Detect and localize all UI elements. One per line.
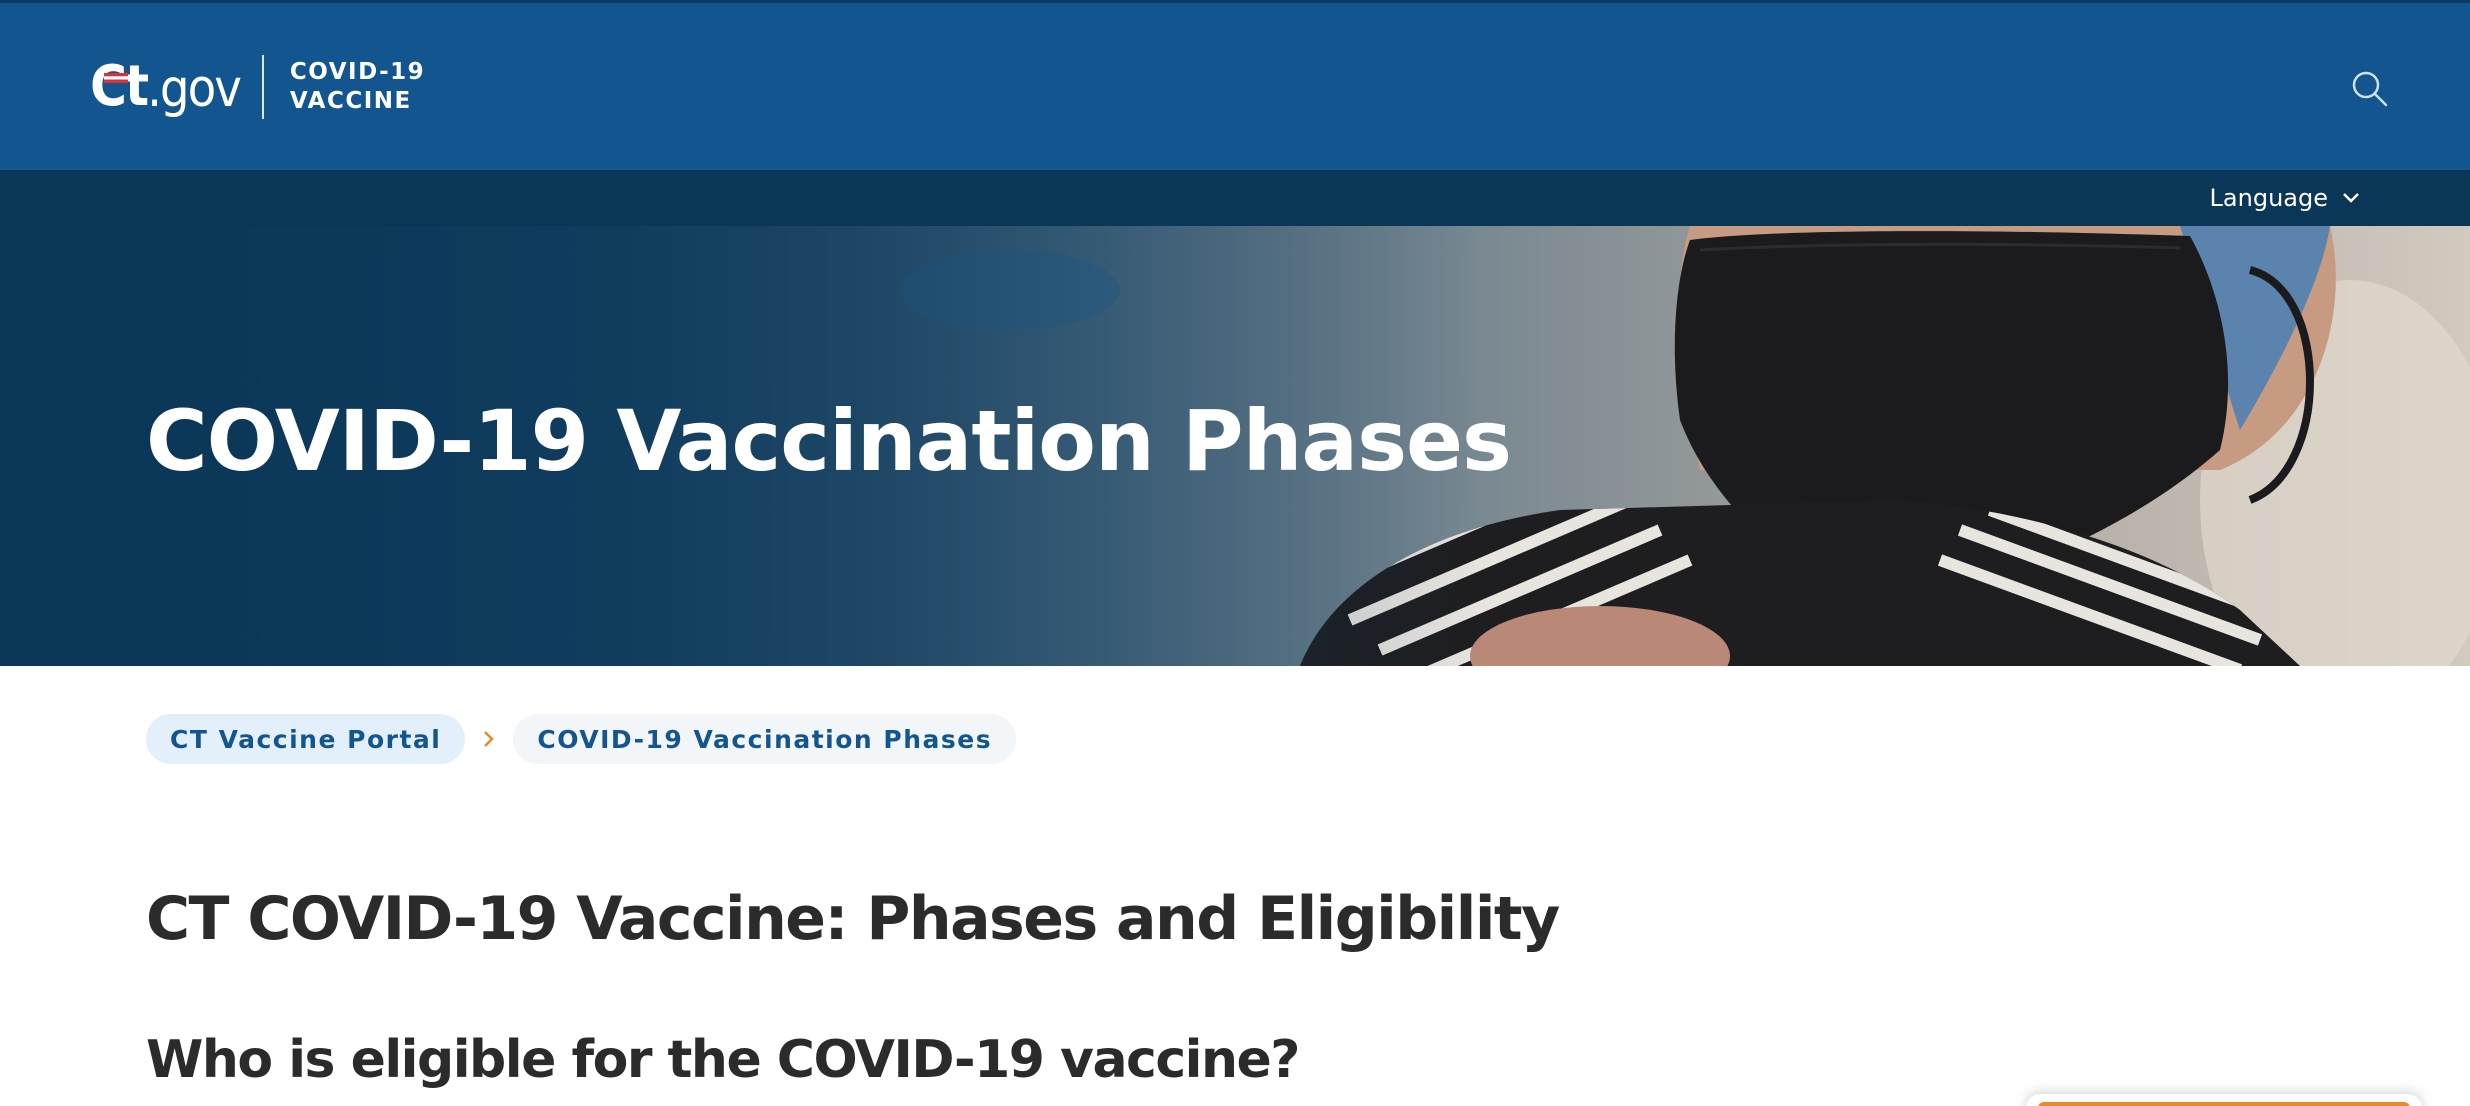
floating-card-accent: [2038, 1102, 2410, 1106]
section-heading-eligibility: Who is eligible for the COVID-19 vaccine…: [146, 1030, 1300, 1090]
search-button[interactable]: [2350, 69, 2390, 109]
flag-icon: [104, 73, 128, 83]
search-icon: [2352, 71, 2388, 107]
language-bar: Language: [0, 170, 2470, 226]
language-dropdown[interactable]: Language: [2210, 180, 2360, 216]
breadcrumb: CT Vaccine Portal COVID-19 Vaccination P…: [146, 714, 1017, 764]
logo-text-line2: VACCINE: [289, 88, 412, 114]
chevron-right-icon: [484, 731, 495, 747]
ct-gov-covid-vaccine-logo[interactable]: Ct .gov COVID-19 VACCINE: [90, 55, 425, 119]
page: Ct .gov COVID-19 VACCINE Language COVID-…: [0, 0, 2470, 1106]
floating-help-card[interactable]: [2026, 1094, 2422, 1106]
breadcrumb-item-current: COVID-19 Vaccination Phases: [513, 714, 1017, 764]
language-label: Language: [2209, 184, 2328, 212]
site-header: Ct .gov COVID-19 VACCINE: [0, 0, 2470, 170]
ct-gov-logo-mark: Ct .gov: [90, 54, 242, 119]
hero-banner: Language COVID-19 Vaccination Phases: [0, 170, 2470, 666]
logo-mark-gov: .gov: [147, 59, 242, 119]
logo-text: COVID-19 VACCINE: [290, 58, 425, 116]
page-heading: CT COVID-19 Vaccine: Phases and Eligibil…: [146, 884, 1560, 954]
logo-divider: [261, 55, 264, 119]
logo-text-line1: COVID-19: [289, 59, 426, 85]
hero-title: COVID-19 Vaccination Phases: [146, 392, 1512, 490]
chevron-down-icon: [2343, 193, 2359, 203]
logo-mark-ct: Ct: [90, 54, 149, 119]
breadcrumb-item-ct-vaccine-portal[interactable]: CT Vaccine Portal: [146, 714, 466, 764]
